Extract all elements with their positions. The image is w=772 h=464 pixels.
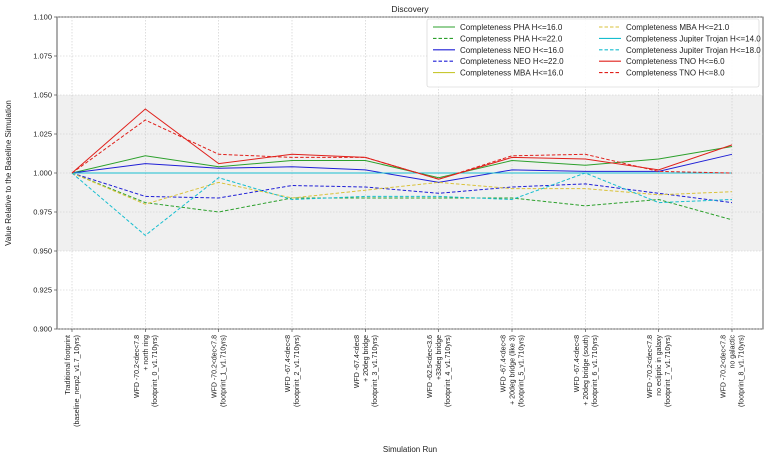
discovery-chart: Discovery 0.900 0.925 0.950 0.975 1.000 1.025… (4, 4, 764, 454)
legend-label: Completeness PHA H<=22.0 (460, 34, 563, 43)
x-tick-label: WFD -67.4<dec<8 (285, 335, 292, 392)
x-tick-label: (footprint_2_v1.710yrs) (294, 335, 301, 407)
x-tick-label: + 20deg bridge (like 3) (510, 335, 517, 405)
x-tick-label: (footprint_7_v1.710yrs) (665, 335, 672, 407)
y-tick-label: 0.950 (33, 247, 52, 256)
x-tick-label: +33deg bridge (436, 335, 443, 380)
x-tick-label: no galactic (730, 335, 737, 369)
legend-label: Completeness Jupiter Trojan H<=18.0 (626, 46, 761, 55)
x-tick-label: + 20deg bridge (south) (583, 335, 590, 406)
legend-label: Completeness MBA H<=21.0 (626, 23, 730, 32)
x-tick-label: (footprint_5_v1.710yrs) (519, 335, 526, 407)
x-tick-label: (footprint_4_v1.710yrs) (445, 335, 452, 407)
y-tick-label: 1.000 (33, 169, 52, 178)
x-tick-label: WFD -67.4<dec8 (354, 335, 361, 388)
y-tick-label: 1.100 (33, 13, 52, 22)
y-tick-label: 0.975 (33, 208, 52, 217)
x-tick-label: no ecliptic in galaxy (656, 335, 663, 396)
x-axis-title: Simulation Run (383, 445, 437, 454)
y-tick-label: 0.900 (33, 325, 52, 334)
x-tick-label: (footprint_3_v1.710yrs) (372, 335, 379, 407)
x-tick-label: WFD -70.2<dec<7.8 (134, 335, 141, 398)
x-tick-label: (baseline_nexp2_v1.7_10yrs) (74, 335, 81, 427)
x-tick-label: WFD -67.4<dec<8 (574, 335, 581, 392)
legend-label: Completeness NEO H<=22.0 (460, 57, 564, 66)
x-tick-label: + north ring (143, 335, 150, 371)
x-tick-label: (footprint_6_v1.710yrs) (592, 335, 599, 407)
x-tick-label: (footprint_1_v1.710yrs) (221, 335, 228, 407)
y-axis-title: Value Relative to the Baseline Simulatio… (4, 100, 13, 246)
y-tick-label: 1.075 (33, 52, 52, 61)
legend-label: Completeness Jupiter Trojan H<=14.0 (626, 34, 761, 43)
x-tick-label: WFD -70.2<dec<7.8 (647, 335, 654, 398)
legend-label: Completeness MBA H<=16.0 (460, 69, 564, 78)
y-tick-label: 1.025 (33, 130, 52, 139)
legend-label: Completeness TNO H<=6.0 (626, 57, 725, 66)
x-tick-label: (footprint_0_v1.710yrs) (152, 335, 159, 407)
x-tick-label: WFD -70.2<dec<7.8 (721, 335, 728, 398)
x-tick-label: WFD -70.2<dec<7.8 (212, 335, 219, 398)
x-tick-label: (footprint_8_v1.710yrs) (739, 335, 746, 407)
chart-title: Discovery (391, 4, 429, 14)
y-tick-label: 1.050 (33, 91, 52, 100)
y-tick-label: 0.925 (33, 286, 52, 295)
x-tick-label: WFD -62.5<dec<3.6 (427, 335, 434, 398)
legend-label: Completeness NEO H<=16.0 (460, 46, 564, 55)
legend-label: Completeness PHA H<=16.0 (460, 23, 563, 32)
chart-legend: Completeness PHA H<=16.0 Completeness PHA… (426, 18, 761, 88)
legend-label: Completeness TNO H<=8.0 (626, 69, 725, 78)
x-tick-label: Traditional footprint (65, 335, 72, 395)
x-tick-label: WFD -67.4<dec<8 (501, 335, 508, 392)
x-tick-label: + 20deg bridge (363, 335, 370, 382)
